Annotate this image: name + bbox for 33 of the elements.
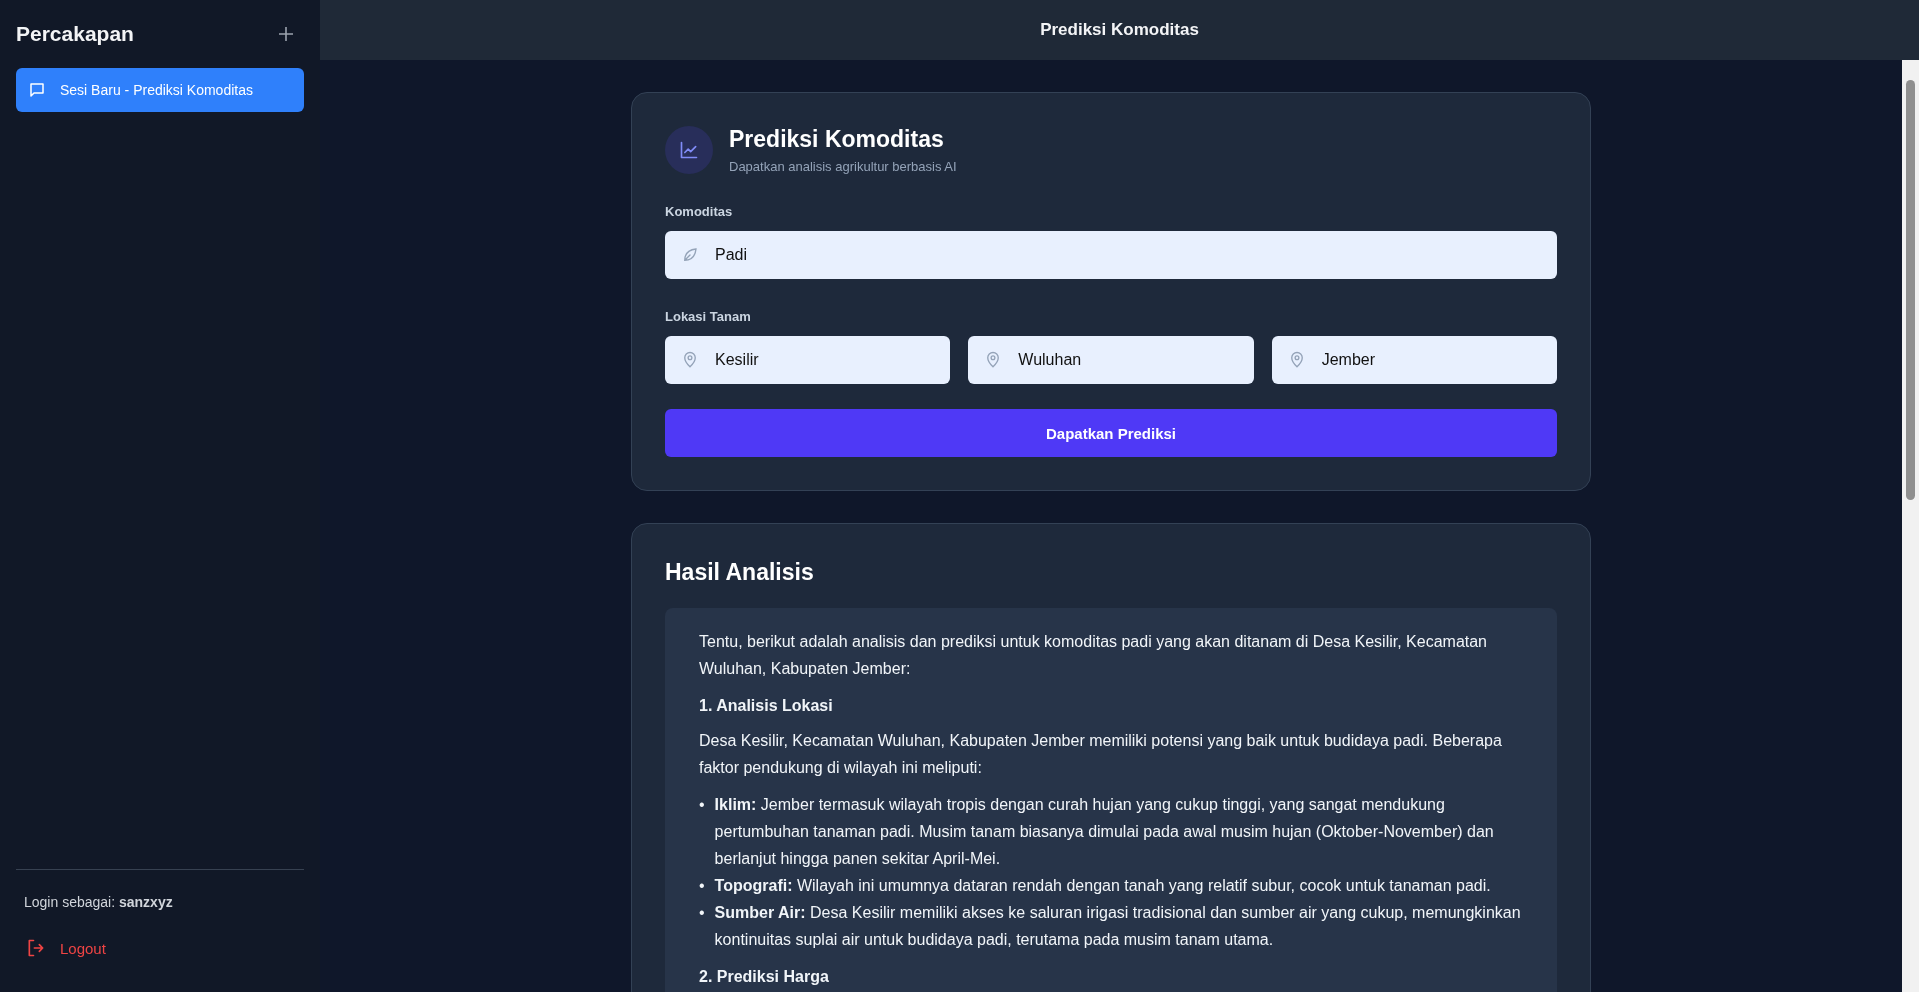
logout-icon <box>26 938 46 958</box>
bullet-mark: • <box>699 903 705 923</box>
paragraph: Tentu, berikut adalah analisis dan prediksi untuk komoditas padi yang akan ditanam di Desa Kesilir, Kecamatan Wuluhan, Kabupaten Jember: <box>699 632 1488 679</box>
field-label: Komoditas <box>665 204 734 219</box>
commodity-field[interactable]: Padi <box>665 231 1557 279</box>
bullet-mark: • <box>699 876 705 896</box>
leaf-icon <box>681 246 699 264</box>
page-title: Prediksi Komoditas <box>1040 20 1199 40</box>
location-field[interactable]: Jember <box>1271 336 1557 384</box>
result-title: Hasil Analisis <box>665 559 815 586</box>
chart-icon <box>665 126 713 174</box>
location-field[interactable]: Wuluhan <box>968 336 1254 384</box>
session-label: Sesi Baru - Prediksi Komoditas <box>60 82 253 98</box>
map-pin-icon <box>681 351 699 369</box>
submit-button[interactable]: Dapatkan Prediksi <box>665 409 1557 457</box>
paragraph: Desa Kesilir, Kecamatan Wuluhan, Kabupaten Jember memiliki potensi yang baik untuk budidaya padi. Beberapa faktor pendukung di wilayah ini meliputi: <box>699 731 1503 778</box>
login-info: Login sebagai: sanzxyz <box>23 894 174 910</box>
form-title: Prediksi Komoditas <box>729 126 945 153</box>
sidebar-title: Percakapan <box>16 22 134 46</box>
bullet-item: Topografi: Wilayah ini umumnya dataran rendah dengan tanah yang relatif subur, cocok untuk tanaman padi. <box>714 876 1492 896</box>
scrollbar[interactable] <box>1902 60 1919 992</box>
section-heading: 1. Analisis Lokasi <box>699 696 834 716</box>
logout-link[interactable]: Logout <box>26 938 106 958</box>
location-field[interactable]: Kesilir <box>665 336 951 384</box>
session-item[interactable]: Sesi Baru - Prediksi Komoditas <box>16 68 304 112</box>
field-label: Lokasi Tanam <box>665 309 752 324</box>
plus-icon[interactable] <box>278 26 294 42</box>
bullet-item: Iklim: Jember termasuk wilayah tropis dengan curah hujan yang cukup tinggi, yang sangat mendukung pertumbuhan tanaman padi. Musim tanam biasanya dimulai pada awal musim hujan (Oktober-November) dan berlanjut hingga panen sekitar April-Mei. <box>714 795 1495 869</box>
section-heading: 2. Prediksi Harga <box>699 967 830 987</box>
chat-bubble-icon <box>28 81 46 99</box>
form-subtitle: Dapatkan analisis agrikultur berbasis AI <box>729 159 957 174</box>
bullet-mark: • <box>699 795 705 815</box>
bullet-item: Sumber Air: Desa Kesilir memiliki akses ke saluran irigasi tradisional dan sumber air yang cukup, memungkinkan kontinuitas suplai air untuk budidaya padi, terutama pada musim tanam utama. <box>714 903 1522 950</box>
